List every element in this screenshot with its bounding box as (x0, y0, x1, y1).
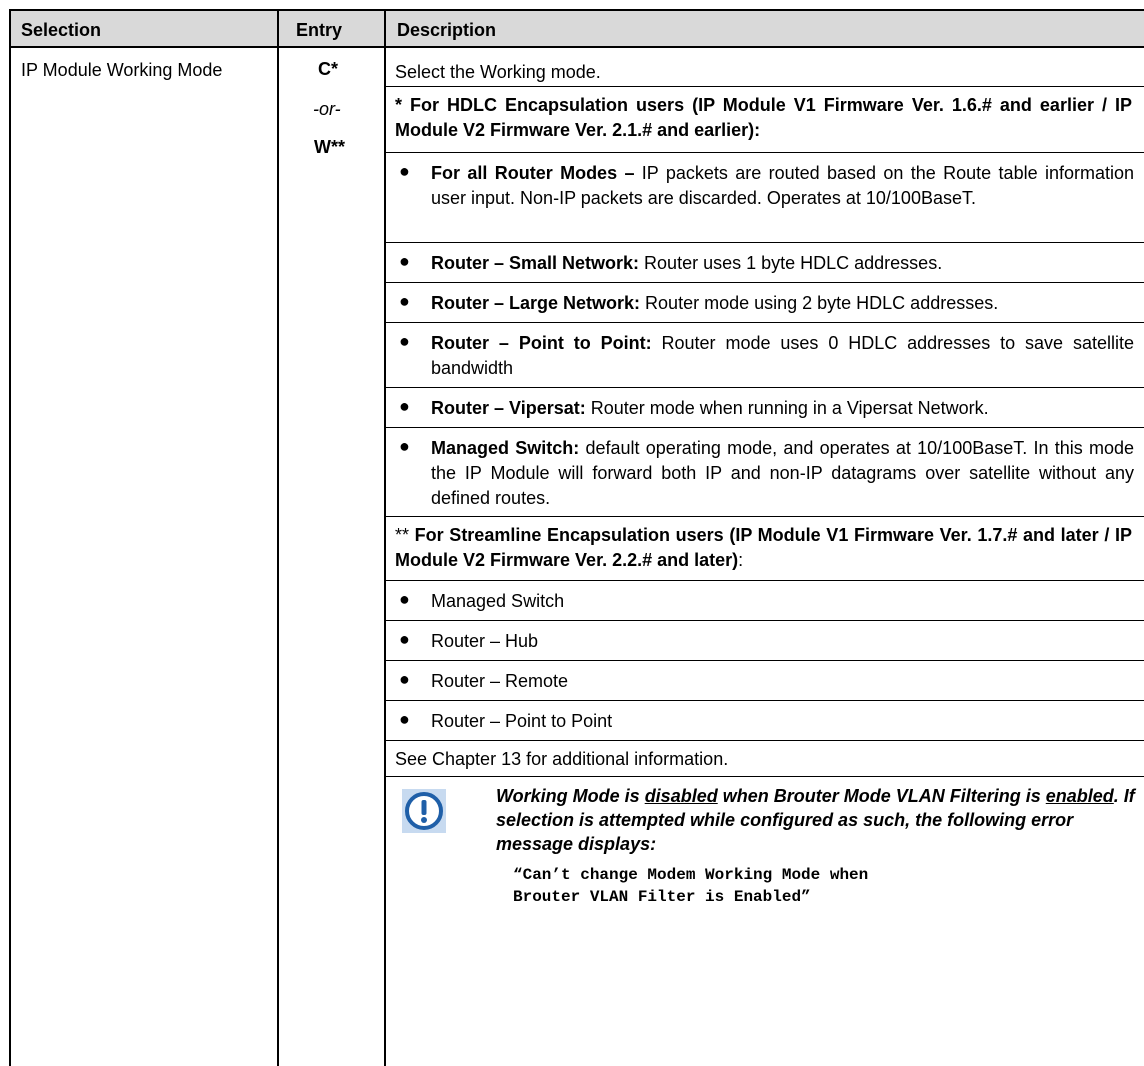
bullet-text: Router – Point to Point (431, 711, 613, 731)
bullet-dot: ● (399, 589, 410, 609)
note-text: Working Mode is disabled when Brouter Mo… (496, 784, 1138, 856)
important-notice-icon (402, 789, 446, 833)
description-cell: Select the Working mode. * For HDLC Enca… (386, 48, 1144, 1066)
stream-heading-stars: ** (395, 525, 410, 545)
bullet-dot: ● (399, 331, 410, 351)
hdlc-bullet-4: ● Router – Vipersat: Router mode when ru… (386, 387, 1144, 428)
bullet-text: Router – Remote (431, 671, 569, 691)
bullet-dot: ● (399, 291, 410, 311)
bullet-dot: ● (399, 669, 410, 689)
desc-note: Working Mode is disabled when Brouter Mo… (386, 776, 1144, 1066)
bullet-text: Managed Switch (431, 591, 565, 611)
note-part: Working Mode is (496, 786, 645, 806)
hdlc-bullet-5: ● Managed Switch: default operating mode… (386, 427, 1144, 517)
hdlc-bullet-2: ● Router – Large Network: Router mode us… (386, 282, 1144, 323)
intro-text: Select the Working mode. (395, 62, 601, 82)
bullet-bold: Router – Large Network: (431, 293, 641, 313)
bullet-bold: Router – Small Network: (431, 253, 640, 273)
stream-bullet-3: ● Router – Point to Point (386, 700, 1144, 741)
desc-stream-heading: ** For Streamline Encapsulation users (I… (386, 516, 1144, 581)
hdlc-bullet-3: ● Router – Point to Point: Router mode u… (386, 322, 1144, 388)
note-underline: disabled (644, 786, 718, 806)
bullet-text: Router mode using 2 byte HDLC addresses. (640, 293, 999, 313)
stream-heading: ** For Streamline Encapsulation users (I… (386, 517, 1144, 573)
bullet-bold: Router – Vipersat: (431, 398, 586, 418)
error-message-line-2: Brouter VLAN Filter is Enabled” (513, 888, 811, 906)
bullet-dot: ● (399, 629, 410, 649)
bullet-text: Router – Hub (431, 631, 539, 651)
column-divider-1 (277, 11, 279, 1066)
hdlc-bullet-1: ● Router – Small Network: Router uses 1 … (386, 242, 1144, 283)
note-part: when Brouter Mode VLAN Filtering is (717, 786, 1046, 806)
stream-bullet-1: ● Router – Hub (386, 620, 1144, 661)
bullet-text: Router mode when running in a Vipersat N… (585, 398, 989, 418)
header-entry: Entry (296, 20, 343, 40)
stream-heading-bold: For Streamline Encapsulation users (IP M… (395, 525, 1132, 570)
entry-or: -or- (313, 99, 341, 119)
entry-w: W** (314, 137, 345, 157)
bullet-dot: ● (399, 436, 410, 456)
desc-see-chapter: See Chapter 13 for additional informatio… (386, 740, 1144, 777)
stream-bullet-2: ● Router – Remote (386, 660, 1144, 701)
stream-bullet-0: ● Managed Switch (386, 580, 1144, 621)
header-selection: Selection (21, 20, 102, 40)
selection-cell: IP Module Working Mode (21, 60, 223, 80)
bullet-bold: Managed Switch: (431, 438, 580, 458)
see-chapter-text: See Chapter 13 for additional informatio… (395, 749, 729, 769)
desc-intro: Select the Working mode. (386, 48, 1144, 86)
settings-table: Selection Entry Description IP Module Wo… (9, 9, 1144, 1066)
stream-heading-colon: : (738, 550, 744, 570)
entry-c: C* (318, 59, 339, 79)
bullet-text: Router uses 1 byte HDLC addresses. (639, 253, 943, 273)
bullet-bold: For all Router Modes – (431, 163, 635, 183)
bullet-dot: ● (399, 709, 410, 729)
desc-hdlc-heading: * For HDLC Encapsulation users (IP Modul… (386, 86, 1144, 153)
note-underline: enabled (1045, 786, 1114, 806)
hdlc-bullet-0: ● For all Router Modes – IP packets are … (386, 152, 1144, 243)
header-description: Description (397, 20, 497, 40)
bullet-dot: ● (399, 251, 410, 271)
bullet-dot: ● (399, 396, 410, 416)
bullet-bold: Router – Point to Point: (431, 333, 652, 353)
hdlc-heading: * For HDLC Encapsulation users (IP Modul… (395, 95, 1132, 140)
bullet-dot: ● (399, 161, 410, 181)
table-header: Selection Entry Description (11, 11, 1144, 48)
error-message-line-1: “Can’t change Modem Working Mode when (513, 866, 869, 884)
